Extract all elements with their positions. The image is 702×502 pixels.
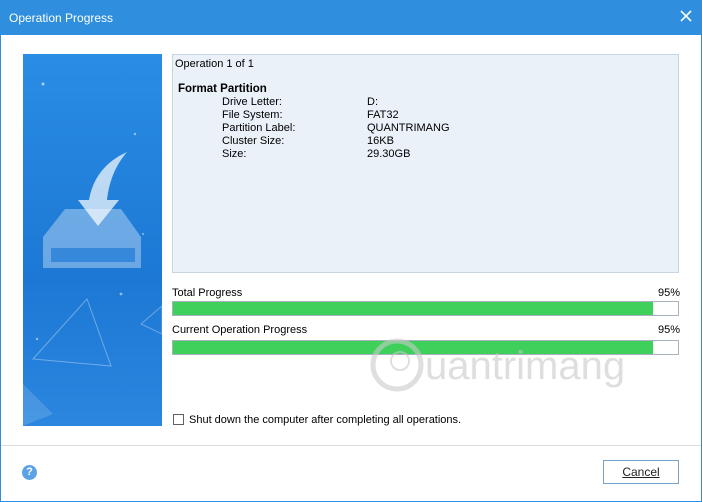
operation-count: Operation 1 of 1 (175, 58, 254, 70)
current-progress-label: Current Operation Progress (172, 324, 308, 336)
total-progress-bar (172, 301, 679, 316)
download-drive-icon (23, 82, 162, 426)
shutdown-checkbox-label[interactable]: Shut down the computer after completing … (189, 414, 461, 426)
field-value: 29.30GB (367, 148, 411, 160)
close-icon[interactable] (680, 10, 692, 22)
operation-details: Operation 1 of 1 Format Partition Drive … (172, 54, 679, 273)
total-progress-label: Total Progress (172, 287, 243, 299)
operation-title: Format Partition (178, 83, 267, 95)
cancel-button[interactable]: Cancel (603, 460, 679, 484)
field-size: Size: 29.30GB (222, 148, 522, 161)
field-label: Drive Letter: (222, 96, 282, 108)
side-illustration (23, 54, 162, 426)
watermark-text: uantrimang (425, 344, 625, 388)
field-label: Cluster Size: (222, 135, 285, 147)
field-label: File System: (222, 109, 283, 121)
field-value: 16KB (367, 135, 394, 147)
field-value: FAT32 (367, 109, 399, 121)
field-cluster-size: Cluster Size: 16KB (222, 135, 522, 148)
footer-divider (1, 445, 701, 446)
shutdown-checkbox[interactable] (173, 414, 184, 425)
field-value: D: (367, 96, 378, 108)
operation-progress-dialog: Operation Progress Operation 1 of 1 Form… (0, 0, 702, 502)
watermark-logo: uantrimang (370, 338, 625, 392)
window-title: Operation Progress (9, 11, 114, 25)
help-icon[interactable]: ? (22, 465, 37, 480)
field-label: Partition Label: (222, 122, 296, 134)
total-progress-fill (173, 302, 653, 315)
title-bar: Operation Progress (1, 1, 701, 35)
field-label: Size: (222, 148, 247, 160)
field-drive-letter: Drive Letter: D: (222, 96, 522, 109)
field-partition-label: Partition Label: QUANTRIMANG (222, 122, 522, 135)
total-progress-percent: 95% (657, 287, 680, 299)
field-value: QUANTRIMANG (367, 122, 450, 134)
field-file-system: File System: FAT32 (222, 109, 522, 122)
